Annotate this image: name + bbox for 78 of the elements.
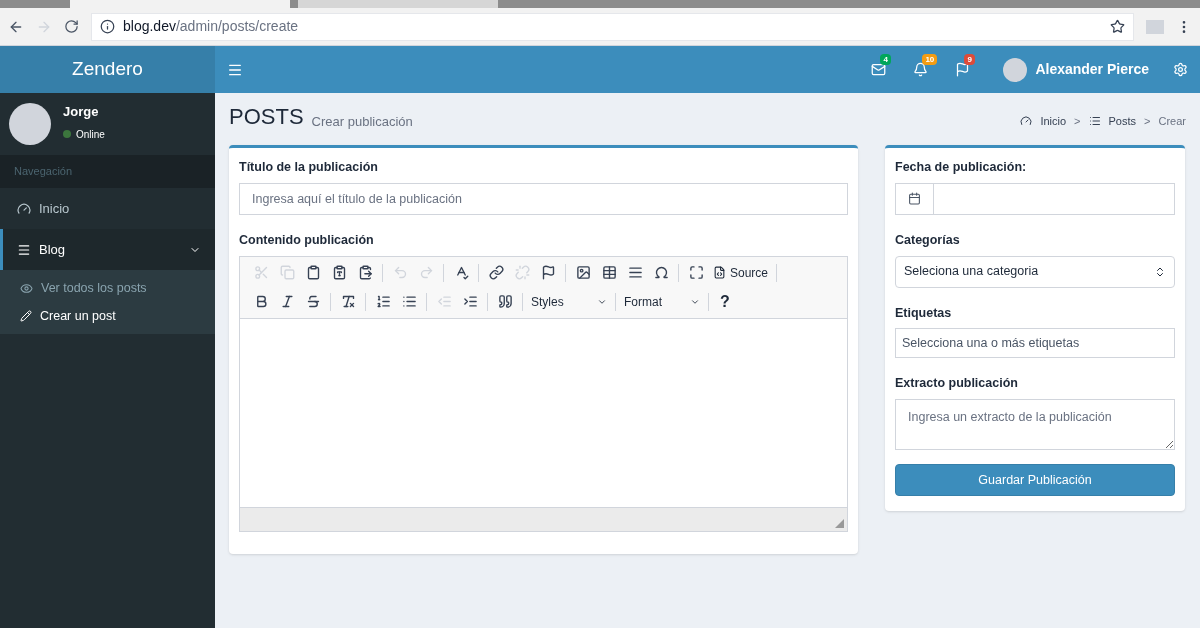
logo[interactable]: Zendero [0, 46, 215, 93]
bookmark-star-icon[interactable] [1110, 19, 1125, 34]
sidebar-user-name: Jorge [63, 103, 100, 122]
source-button[interactable]: Source [709, 260, 773, 285]
bell-icon[interactable] [912, 62, 928, 77]
list-icon [1088, 114, 1101, 127]
quote-icon [497, 294, 513, 309]
page-title: POSTS [229, 103, 304, 131]
dashboard-icon [1020, 114, 1033, 127]
styles-dropdown[interactable]: Styles [527, 289, 611, 314]
copy-icon [279, 265, 295, 280]
count-badge: 10 [922, 54, 938, 65]
settings-icon[interactable] [1173, 62, 1188, 77]
field-label: Extracto publicación [895, 375, 1019, 393]
flag-icon[interactable] [954, 62, 970, 77]
eye-icon [20, 281, 33, 295]
paste-text-icon [331, 265, 347, 280]
flag-icon [540, 265, 556, 280]
numbered-list-icon [375, 294, 391, 309]
title-input[interactable]: Ingresa aquí el título de la publicación [239, 182, 848, 215]
format-dropdown[interactable]: Format [620, 289, 704, 314]
paste-word-icon [357, 265, 373, 280]
breadcrumb-link[interactable]: Posts [1108, 112, 1137, 129]
field-label: Categorías [895, 231, 961, 249]
strikethrough-icon [305, 294, 321, 309]
redo-icon [418, 265, 434, 280]
avatar[interactable] [1003, 57, 1028, 82]
avatar [9, 103, 51, 145]
sidebar-item[interactable]: Blog [0, 229, 215, 270]
field-label: Contenido publicación [239, 231, 375, 249]
address-bar[interactable]: blog.dev/admin/posts/create [91, 12, 1134, 41]
reload-icon[interactable] [64, 19, 79, 34]
dashboard-icon [17, 201, 31, 216]
submenu-item[interactable]: Crear un post [0, 302, 215, 330]
count-badge: 9 [964, 54, 975, 65]
cut-icon [253, 265, 269, 280]
count-badge: 4 [880, 54, 891, 65]
list-icon [17, 242, 31, 257]
select-arrows-icon [1154, 265, 1166, 278]
field-label: Fecha de publicación: [895, 159, 1028, 176]
breadcrumb-link[interactable]: Inicio [1040, 112, 1067, 129]
help-button[interactable]: ? [713, 289, 737, 314]
date-input[interactable] [895, 182, 1175, 215]
tags-input[interactable]: Selecciona una o más etiquetas [895, 328, 1175, 359]
sidebar-section-header: Navegación [0, 155, 215, 188]
unlink-icon [514, 265, 530, 280]
url-text: blog.dev/admin/posts/create [123, 17, 299, 36]
document-code-icon [713, 266, 726, 279]
horizontal-lines-icon [627, 265, 643, 280]
page-subtitle: Crear publicación [311, 112, 413, 131]
bulleted-list-icon [401, 294, 417, 309]
excerpt-textarea[interactable]: Ingresa un extracto de la publicación [895, 399, 1175, 450]
mail-icon[interactable] [870, 62, 886, 77]
field-label: Etiquetas [895, 304, 953, 322]
calendar-icon [908, 192, 921, 206]
undo-icon [392, 265, 408, 280]
paste-icon [305, 265, 321, 280]
link-icon [488, 265, 504, 280]
save-button[interactable]: Guardar Publicación [895, 464, 1175, 496]
table-icon [601, 265, 617, 280]
field-label: Título de la publicación [239, 159, 379, 176]
resize-handle-icon[interactable] [835, 518, 844, 528]
breadcrumb-separator: > [1144, 113, 1151, 129]
info-icon [100, 19, 115, 34]
omega-icon [653, 265, 669, 280]
indent-icon [462, 294, 478, 309]
submenu-item[interactable]: Ver todos los posts [0, 274, 215, 302]
breadcrumb-separator: > [1074, 113, 1081, 129]
remove-format-icon [340, 294, 356, 309]
sidebar-item[interactable]: Inicio [0, 188, 215, 229]
status-text: Online [76, 127, 105, 142]
image-icon [575, 265, 591, 280]
maximize-icon [688, 265, 704, 280]
pencil-icon [20, 310, 32, 322]
user-name[interactable]: Alexander Pierce [1035, 59, 1149, 80]
category-select[interactable]: Seleciona una categoria [895, 255, 1175, 288]
outdent-icon [436, 294, 452, 309]
italic-icon [279, 294, 295, 309]
